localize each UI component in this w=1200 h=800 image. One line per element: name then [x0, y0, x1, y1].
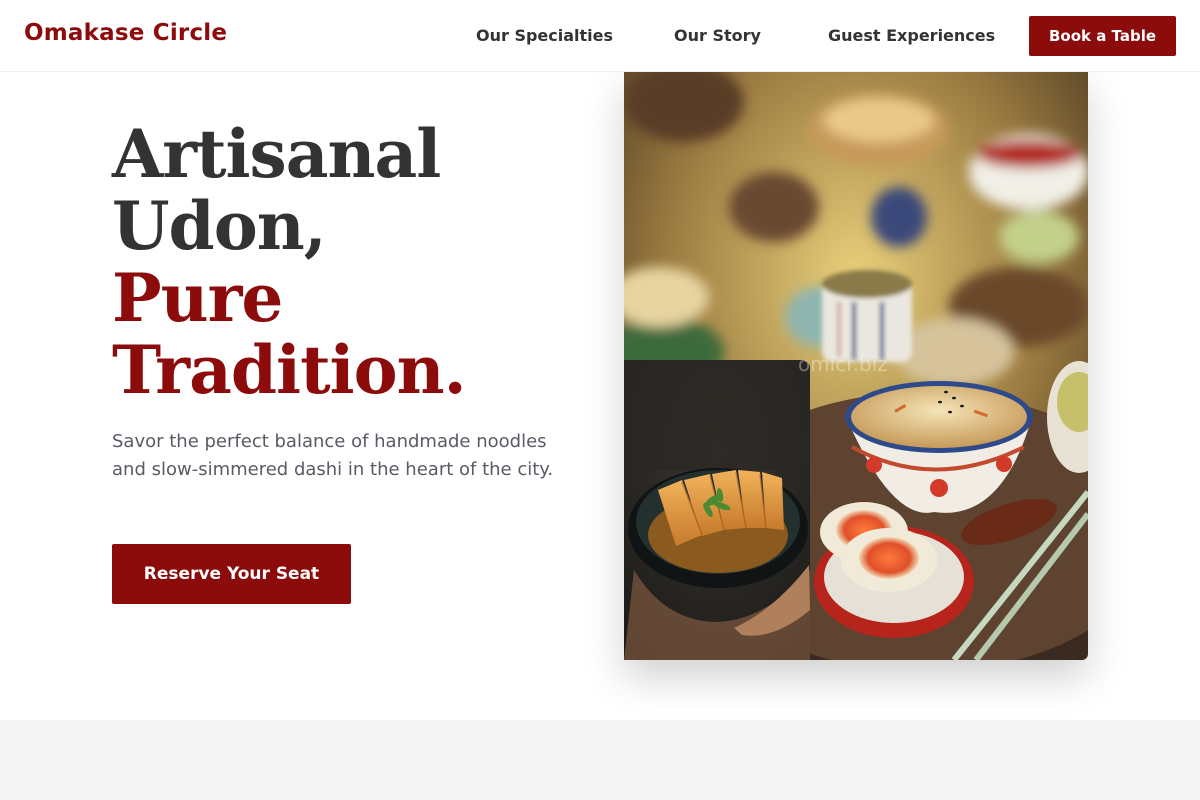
reserve-your-seat-button[interactable]: Reserve Your Seat [112, 544, 351, 604]
image-watermark: omicr.biz [798, 352, 888, 376]
hero-description: Savor the perfect balance of handmade no… [112, 431, 554, 480]
next-section-band [0, 720, 1200, 800]
brand-logo[interactable]: Omakase Circle [24, 20, 227, 46]
nav-link-our-specialties[interactable]: Our Specialties [476, 26, 613, 45]
nav-underline [804, 48, 996, 56]
katsu-inset-photo [624, 360, 810, 660]
headline-line-1: Artisanal [112, 115, 441, 193]
headline-line-3: Pure [112, 259, 283, 337]
headline-line-4: Tradition. [112, 331, 467, 409]
nav-link-our-story[interactable]: Our Story [674, 26, 761, 45]
top-nav: Omakase Circle Our Specialties Our Story… [0, 0, 1200, 72]
nav-underline [650, 48, 770, 56]
headline-line-2: Udon, [112, 187, 327, 265]
nav-link-guest-experiences[interactable]: Guest Experiences [828, 26, 995, 45]
book-a-table-button[interactable]: Book a Table [1029, 16, 1176, 56]
hero-headline: Artisanal Udon, Pure Tradition. [112, 115, 467, 409]
